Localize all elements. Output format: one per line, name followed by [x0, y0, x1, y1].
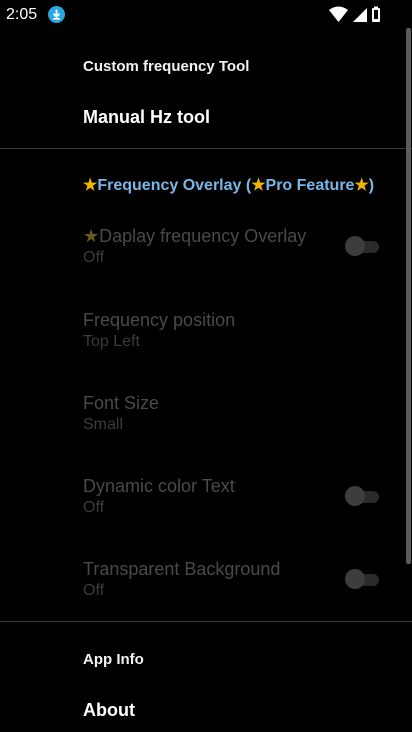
dynamic-color-toggle[interactable]	[345, 485, 379, 507]
status-icons	[329, 6, 404, 24]
about-item[interactable]: About	[83, 700, 135, 721]
item-title: Frequency position	[83, 310, 236, 330]
font-size-item[interactable]: Font Size Small	[83, 393, 383, 434]
item-summary: Top Left	[83, 333, 140, 350]
scrollbar[interactable]	[406, 28, 411, 564]
star-icon: ★	[83, 177, 98, 194]
transparent-background-item[interactable]: Transparent Background Off	[83, 559, 383, 600]
item-summary: Small	[83, 416, 124, 433]
item-title: Font Size	[83, 393, 160, 413]
wifi-icon	[329, 6, 348, 22]
battery-icon	[372, 6, 380, 22]
manual-hz-tool-item[interactable]: Manual Hz tool	[83, 107, 210, 128]
frequency-position-item[interactable]: Frequency position Top Left	[83, 310, 383, 351]
dynamic-color-text-item[interactable]: Dynamic color Text Off	[83, 476, 383, 517]
category-app-info: App Info	[83, 651, 144, 668]
star-icon: ★	[83, 226, 100, 246]
toggle-thumb	[345, 486, 365, 506]
category-custom-frequency-tool: Custom frequency Tool	[83, 58, 250, 75]
star-icon: ★	[354, 177, 369, 194]
item-summary: Off	[83, 249, 105, 266]
settings-screen: 2:05 Custom frequency Tool Manual Hz too…	[0, 0, 412, 732]
item-summary: Off	[83, 499, 105, 516]
toggle-thumb	[345, 236, 365, 256]
category-title-pro: Pro Feature	[265, 177, 355, 194]
display-overlay-toggle[interactable]	[345, 235, 379, 257]
signal-icon	[353, 8, 367, 22]
item-summary: Off	[83, 582, 105, 599]
toggle-thumb	[345, 569, 365, 589]
category-title-main: Frequency Overlay (	[97, 177, 252, 194]
item-title: Daplay frequency Overlay	[99, 226, 307, 246]
transparent-background-toggle[interactable]	[345, 568, 379, 590]
category-title-end: )	[368, 177, 375, 194]
section-divider	[0, 621, 412, 622]
star-icon: ★	[251, 177, 266, 194]
download-icon	[48, 6, 65, 23]
display-frequency-overlay-item[interactable]: ★Daplay frequency Overlay Off	[83, 226, 383, 267]
category-frequency-overlay: ★Frequency Overlay (★Pro Feature★)	[83, 175, 374, 195]
item-title: Dynamic color Text	[83, 476, 235, 496]
status-bar: 2:05	[0, 0, 412, 28]
section-divider	[0, 148, 412, 149]
item-title: Transparent Background	[83, 559, 281, 579]
status-time: 2:05	[6, 6, 38, 23]
